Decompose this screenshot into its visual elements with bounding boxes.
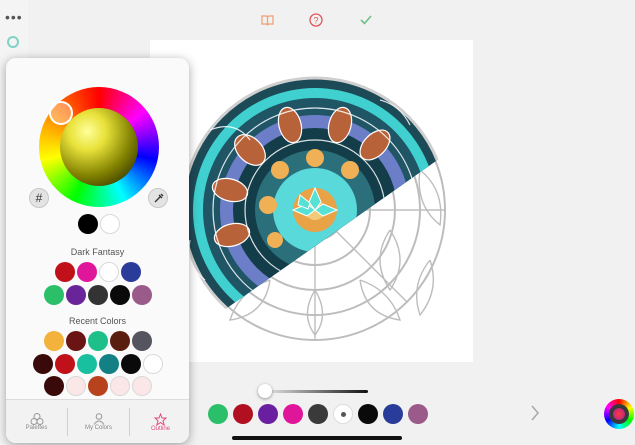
bottom-palette-swatch[interactable] bbox=[208, 404, 228, 424]
recent-swatch[interactable] bbox=[43, 331, 64, 351]
recent-swatch[interactable] bbox=[32, 354, 53, 374]
palette-swatch[interactable] bbox=[65, 285, 86, 305]
palette-swatch[interactable] bbox=[76, 262, 97, 282]
recent-swatch[interactable] bbox=[65, 376, 86, 396]
color-wheel-icon[interactable] bbox=[604, 399, 634, 429]
color-wheel[interactable] bbox=[39, 87, 159, 207]
palette-title: Dark Fantasy bbox=[70, 247, 125, 257]
palette-swatch[interactable] bbox=[87, 285, 108, 305]
recent-swatch[interactable] bbox=[131, 376, 152, 396]
recent-swatch[interactable] bbox=[98, 354, 119, 374]
tab-outline[interactable]: Outline bbox=[130, 400, 189, 443]
popover-tab-bar: Palettes My Colors Outline bbox=[6, 399, 189, 443]
hex-label: # bbox=[35, 191, 43, 205]
eyedropper-button[interactable] bbox=[148, 188, 168, 208]
palette-swatch[interactable] bbox=[120, 262, 141, 282]
recent-swatch[interactable] bbox=[109, 376, 130, 396]
palettes-icon bbox=[30, 413, 43, 425]
recent-swatch[interactable] bbox=[76, 354, 97, 374]
recent-swatch[interactable] bbox=[87, 376, 108, 396]
bottom-palette-swatch[interactable] bbox=[283, 404, 303, 424]
palette-swatch[interactable] bbox=[54, 262, 75, 282]
bottom-palette-swatch[interactable] bbox=[358, 404, 378, 424]
recent-swatch[interactable] bbox=[120, 354, 141, 374]
palette-swatch[interactable] bbox=[98, 262, 119, 282]
tab-palettes[interactable]: Palettes bbox=[6, 400, 67, 443]
bottom-palette-swatch[interactable] bbox=[233, 404, 253, 424]
book-icon[interactable] bbox=[259, 12, 275, 28]
current-color-black[interactable] bbox=[78, 214, 98, 234]
home-indicator bbox=[232, 436, 402, 440]
color-picker-popover: # Dark Fantasy Recent Colors Palettes My… bbox=[6, 58, 189, 443]
saturation-brightness-picker[interactable] bbox=[60, 108, 138, 186]
recent-swatch[interactable] bbox=[131, 331, 152, 351]
recent-colors-title: Recent Colors bbox=[68, 316, 127, 326]
recent-swatch[interactable] bbox=[54, 354, 75, 374]
recent-swatch[interactable] bbox=[109, 331, 130, 351]
bottom-palette-swatch[interactable] bbox=[408, 404, 428, 424]
tab-palettes-label: Palettes bbox=[25, 425, 48, 431]
bottom-palette-swatch[interactable] bbox=[258, 404, 278, 424]
tab-my-colors[interactable]: My Colors bbox=[68, 400, 129, 443]
bottom-palette-swatch[interactable] bbox=[383, 404, 403, 424]
check-icon[interactable] bbox=[358, 12, 374, 28]
recent-swatch[interactable] bbox=[142, 354, 163, 374]
mandala-artwork[interactable] bbox=[150, 40, 473, 362]
brush-size-knob[interactable] bbox=[258, 384, 272, 398]
help-icon[interactable]: ? bbox=[308, 12, 324, 28]
tab-my-colors-label: My Colors bbox=[84, 425, 112, 431]
coloring-canvas[interactable] bbox=[150, 40, 473, 362]
star-icon bbox=[154, 412, 167, 426]
tab-outline-label: Outline bbox=[150, 425, 170, 432]
palette-swatch[interactable] bbox=[131, 285, 152, 305]
brush-size-slider[interactable] bbox=[270, 390, 368, 393]
svg-text:?: ? bbox=[313, 16, 318, 26]
tool-circle-icon[interactable] bbox=[7, 36, 19, 48]
person-icon bbox=[93, 413, 104, 425]
recent-swatch[interactable] bbox=[87, 331, 108, 351]
current-color-white[interactable] bbox=[100, 214, 120, 234]
bottom-palette-swatch[interactable] bbox=[308, 404, 328, 424]
recent-swatch[interactable] bbox=[43, 376, 64, 396]
palette-swatch[interactable] bbox=[43, 285, 64, 305]
recent-swatch[interactable] bbox=[65, 331, 86, 351]
eyedropper-icon bbox=[154, 193, 163, 202]
eraser-swatch[interactable] bbox=[333, 404, 353, 424]
hex-input-button[interactable]: # bbox=[29, 188, 49, 208]
palette-swatch[interactable] bbox=[109, 285, 130, 305]
dot-icon bbox=[341, 412, 346, 417]
more-options-icon[interactable]: ••• bbox=[5, 10, 23, 24]
chevron-right-icon[interactable] bbox=[529, 404, 541, 422]
hue-handle[interactable] bbox=[49, 101, 73, 125]
